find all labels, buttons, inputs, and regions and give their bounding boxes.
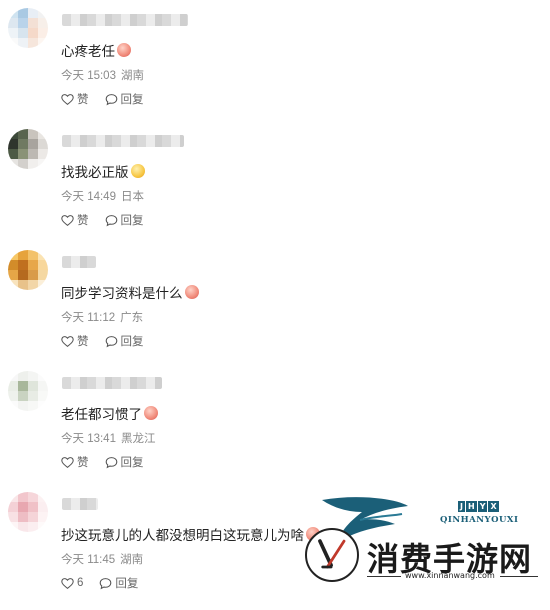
reply-button[interactable]: 回复 — [105, 91, 144, 107]
reply-label: 回复 — [120, 215, 144, 227]
comment-body: 找我必正版 — [61, 165, 129, 180]
like-label: 赞 — [77, 94, 89, 106]
comment-meta: 今天 15:03 湖南 — [61, 67, 144, 83]
speech-bubble-icon — [105, 456, 117, 468]
divider — [500, 576, 538, 577]
like-label: 6 — [77, 577, 84, 589]
heart-icon — [61, 335, 74, 347]
comment-location: 广东 — [120, 312, 144, 324]
reply-label: 回复 — [120, 336, 144, 348]
brand-url: www.xinnanwang.com — [405, 571, 495, 580]
like-button[interactable]: 6 — [61, 577, 83, 590]
speech-bubble-icon — [105, 335, 117, 347]
emoji-icon — [130, 164, 145, 178]
comment-meta: 今天 11:12 广东 — [61, 309, 143, 325]
comment-time: 今天 14:49 — [61, 191, 116, 203]
username-blurred[interactable] — [62, 256, 96, 268]
speech-bubble-icon — [105, 214, 117, 226]
avatar[interactable] — [8, 250, 48, 290]
comment-actions: 赞 回复 — [61, 333, 144, 349]
username-blurred[interactable] — [62, 498, 98, 510]
like-label: 赞 — [77, 457, 89, 469]
comment-meta: 今天 11:45 湖南 — [61, 551, 143, 567]
avatar[interactable] — [8, 8, 48, 48]
comment-meta: 今天 13:41 黑龙江 — [61, 430, 155, 446]
comment-item: 心疼老任 今天 15:03 湖南 赞 回复 — [0, 8, 550, 126]
avatar[interactable] — [8, 492, 48, 532]
reply-button[interactable]: 回复 — [105, 454, 144, 470]
comment-text: 老任都习惯了 — [61, 403, 158, 423]
comment-item: 找我必正版 今天 14:49 日本 赞 回复 — [0, 129, 550, 247]
heart-icon — [61, 577, 74, 589]
comment-actions: 赞 回复 — [61, 212, 144, 228]
comment-body: 心疼老任 — [61, 44, 115, 59]
reply-button[interactable]: 回复 — [99, 575, 138, 591]
comment-text: 抄这玩意儿的人都没想明白这玩意儿为啥 — [61, 524, 320, 544]
comment-location: 湖南 — [120, 554, 144, 566]
brand-letter-badge: JHYX — [458, 501, 499, 512]
comment-text: 心疼老任 — [61, 40, 131, 60]
comment-body: 老任都习惯了 — [61, 407, 142, 422]
like-label: 赞 — [77, 336, 89, 348]
comment-meta: 今天 14:49 日本 — [61, 188, 144, 204]
heart-icon — [61, 214, 74, 226]
comment-item: 同步学习资料是什么 今天 11:12 广东 赞 回复 — [0, 250, 550, 368]
reply-label: 回复 — [115, 578, 139, 590]
comment-actions: 6 回复 — [61, 575, 138, 591]
reply-button[interactable]: 回复 — [105, 333, 144, 349]
like-label: 赞 — [77, 215, 89, 227]
comment-time: 今天 13:41 — [61, 433, 116, 445]
speech-bubble-icon — [100, 577, 112, 589]
username-blurred[interactable] — [62, 135, 184, 147]
heart-icon — [61, 456, 74, 468]
heart-icon — [61, 93, 74, 105]
comment-text: 同步学习资料是什么 — [61, 282, 199, 302]
comment-time: 今天 11:45 — [61, 554, 116, 566]
comment-text: 找我必正版 — [61, 161, 145, 181]
brand-pinyin: QINHANYOUXI — [440, 515, 519, 525]
emoji-icon — [144, 406, 158, 420]
like-button[interactable]: 赞 — [61, 333, 89, 349]
comment-item: 老任都习惯了 今天 13:41 黑龙江 赞 回复 — [0, 371, 550, 489]
comment-body: 同步学习资料是什么 — [61, 286, 183, 301]
speech-bubble-icon — [105, 93, 117, 105]
comment-location: 湖南 — [120, 70, 144, 82]
avatar[interactable] — [8, 371, 48, 411]
comment-time: 今天 15:03 — [61, 70, 116, 82]
like-button[interactable]: 赞 — [61, 454, 89, 470]
like-button[interactable]: 赞 — [61, 91, 89, 107]
reply-button[interactable]: 回复 — [105, 212, 144, 228]
comment-time: 今天 11:12 — [61, 312, 116, 324]
comment-body: 抄这玩意儿的人都没想明白这玩意儿为啥 — [61, 528, 304, 543]
comment-location: 黑龙江 — [120, 433, 156, 445]
reply-label: 回复 — [120, 94, 144, 106]
divider — [367, 576, 401, 577]
username-blurred[interactable] — [62, 377, 162, 389]
reply-label: 回复 — [120, 457, 144, 469]
emoji-icon — [184, 285, 199, 299]
comment-actions: 赞 回复 — [61, 454, 144, 470]
avatar[interactable] — [8, 129, 48, 169]
brand-badge-icon — [305, 528, 359, 582]
comment-location: 日本 — [120, 191, 144, 203]
username-blurred[interactable] — [62, 14, 188, 26]
emoji-icon — [117, 43, 131, 57]
comment-actions: 赞 回复 — [61, 91, 144, 107]
like-button[interactable]: 赞 — [61, 212, 89, 228]
